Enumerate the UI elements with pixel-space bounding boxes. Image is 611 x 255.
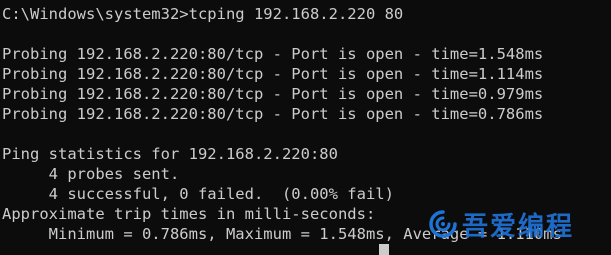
probe-line: Probing 192.168.2.220:80/tcp - Port is o…	[2, 85, 544, 103]
probes-sent-line: 4 probes sent.	[2, 165, 180, 183]
probe-line: Probing 192.168.2.220:80/tcp - Port is o…	[2, 65, 544, 83]
probes-result-line: 4 successful, 0 failed. (0.00% fail)	[2, 185, 394, 203]
trip-times-values: Minimum = 0.786ms, Maximum = 1.548ms, Av…	[2, 225, 562, 243]
text-cursor	[379, 244, 389, 255]
command-line: C:\Windows\system32>tcping 192.168.2.220…	[2, 5, 404, 23]
trip-times-header: Approximate trip times in milli-seconds:	[2, 205, 376, 223]
stats-header: Ping statistics for 192.168.2.220:80	[2, 145, 338, 163]
probe-line: Probing 192.168.2.220:80/tcp - Port is o…	[2, 45, 544, 63]
terminal-window[interactable]: C:\Windows\system32>tcping 192.168.2.220…	[0, 0, 611, 255]
probe-line: Probing 192.168.2.220:80/tcp - Port is o…	[2, 105, 544, 123]
